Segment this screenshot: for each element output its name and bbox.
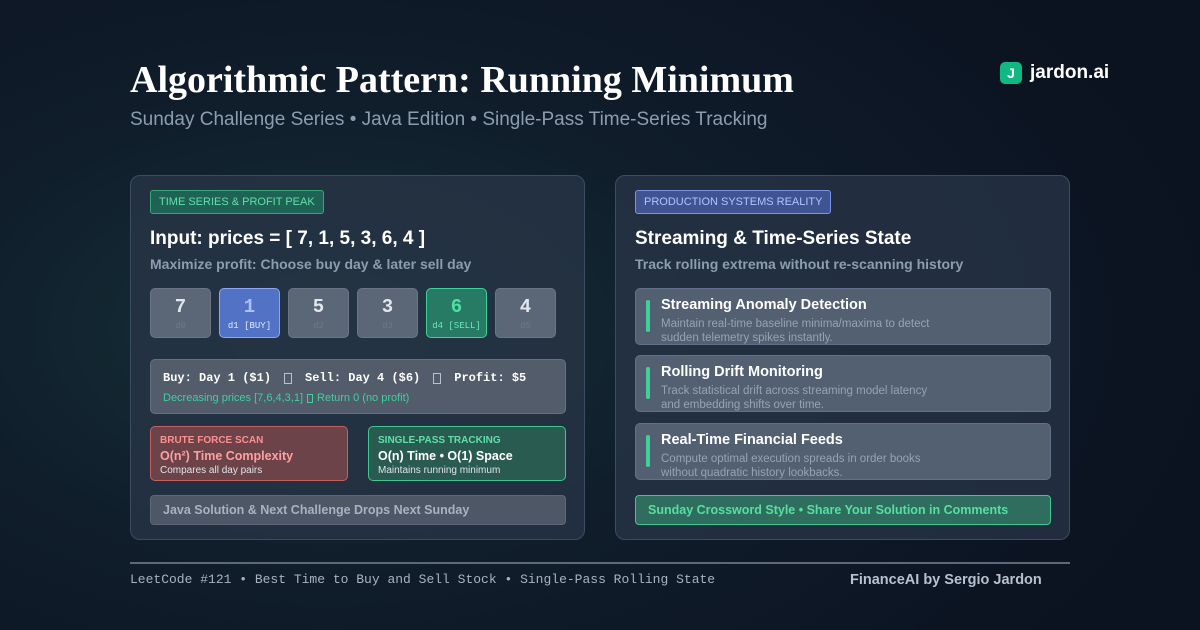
day-card-2: 5 d2 [288,288,349,338]
day-label: d0 [175,321,186,331]
use-case-desc: Track statistical drift across streaming… [661,385,928,411]
use-case-item: Real-Time Financial Feeds Compute optima… [635,423,1051,480]
use-case-desc: Compute optimal execution spreads in ord… [661,453,921,479]
input-heading: Input: prices = [ 7, 1, 5, 3, 6, 4 ] [150,228,426,249]
right-panel: PRODUCTION SYSTEMS REALITY Streaming & T… [615,175,1070,540]
accent-bar [646,300,650,332]
use-case-item: Streaming Anomaly Detection Maintain rea… [635,288,1051,345]
footer-divider [130,562,1070,564]
day-value: 6 [450,296,463,318]
day-label: d3 [382,321,393,331]
use-case-title: Streaming Anomaly Detection [661,297,867,313]
brute-force-card: BRUTE FORCE SCAN O(n²) Time Complexity C… [150,426,348,481]
day-card-1-buy: 1 d1 [BUY] [219,288,280,338]
sell-text: Sell: Day 4 ($6) [305,371,421,385]
accent-bar [646,367,650,399]
arrow-icon [433,372,442,384]
day-value: 4 [519,296,532,318]
footer-problem-ref: LeetCode #121 • Best Time to Buy and Sel… [130,572,716,587]
brand-logo-icon: J [1000,62,1022,84]
day-card-0: 7 d0 [150,288,211,338]
edge-case-result: Return 0 (no profit) [317,392,410,404]
use-case-title: Rolling Drift Monitoring [661,364,823,380]
share-solution-banner: Sunday Crossword Style • Share Your Solu… [635,495,1051,525]
left-panel: TIME SERIES & PROFIT PEAK Input: prices … [130,175,585,540]
day-value: 3 [381,296,394,318]
single-pass-card: SINGLE-PASS TRACKING O(n) Time • O(1) Sp… [368,426,566,481]
brute-force-tag: BRUTE FORCE SCAN [160,435,264,446]
use-case-item: Rolling Drift Monitoring Track statistic… [635,355,1051,412]
day-card-3: 3 d3 [357,288,418,338]
input-subheading: Maximize profit: Choose buy day & later … [150,256,472,272]
day-card-5: 4 d5 [495,288,556,338]
arrow-icon [284,372,293,384]
trade-summary-line: Buy: Day 1 ($1) Sell: Day 4 ($6) Profit:… [163,371,526,385]
right-panel-tag: PRODUCTION SYSTEMS REALITY [635,190,832,214]
brand: J jardon.ai [1000,61,1109,85]
use-case-desc: Maintain real-time baseline minima/maxim… [661,318,930,344]
accent-bar [646,435,650,467]
day-label: d5 [520,321,531,331]
day-value: 5 [312,296,325,318]
footer-author: FinanceAI by Sergio Jardon [850,572,1042,588]
buy-text: Buy: Day 1 ($1) [163,371,272,385]
profit-text: Profit: $5 [454,371,527,385]
page-subtitle: Sunday Challenge Series • Java Edition •… [130,109,768,130]
day-label: d1 [BUY] [227,321,272,331]
single-pass-title: O(n) Time • O(1) Space [378,449,513,463]
left-panel-tag: TIME SERIES & PROFIT PEAK [150,190,324,214]
page-title: Algorithmic Pattern: Running Minimum [130,59,794,101]
brute-force-title: O(n²) Time Complexity [160,449,294,463]
use-case-title: Real-Time Financial Feeds [661,432,843,448]
day-value: 1 [243,296,256,318]
single-pass-tag: SINGLE-PASS TRACKING [378,435,501,446]
edge-case-note: Decreasing prices [7,6,4,3,1] Return 0 (… [163,392,409,404]
arrow-icon [307,393,314,403]
day-value: 7 [174,296,187,318]
streaming-subheading: Track rolling extrema without re-scannin… [635,256,964,272]
brute-force-desc: Compares all day pairs [160,465,263,476]
next-challenge-banner: Java Solution & Next Challenge Drops Nex… [150,495,566,525]
single-pass-desc: Maintains running minimum [378,465,501,476]
brand-name: jardon.ai [1030,62,1110,83]
day-card-4-sell: 6 d4 [SELL] [426,288,487,338]
day-label: d4 [SELL] [432,321,481,331]
day-label: d2 [313,321,324,331]
streaming-heading: Streaming & Time-Series State [635,228,912,249]
edge-case-input: Decreasing prices [7,6,4,3,1] [163,392,304,404]
trade-summary: Buy: Day 1 ($1) Sell: Day 4 ($6) Profit:… [150,359,566,414]
